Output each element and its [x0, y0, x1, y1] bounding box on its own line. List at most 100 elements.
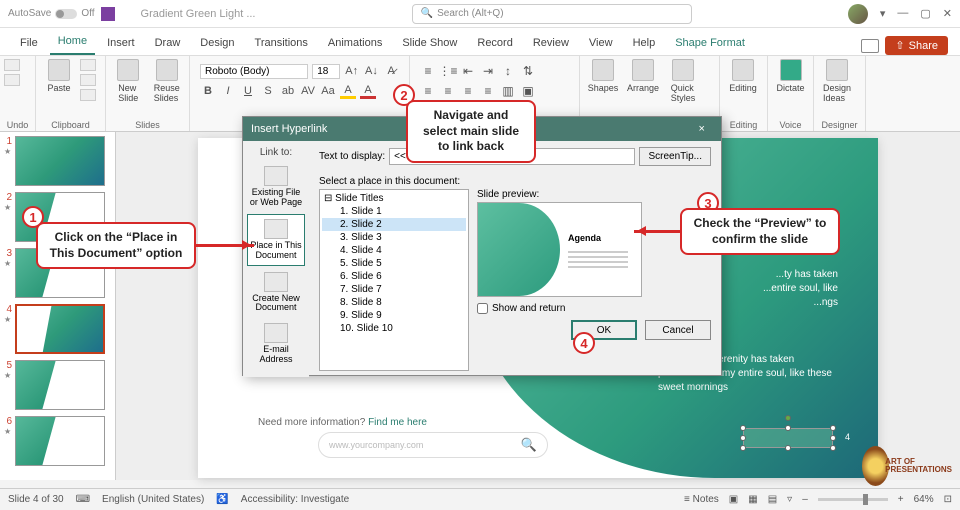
slide-thumbnail-panel[interactable]: 1★ 2★ 3★ 4★ 5★ 6★	[0, 132, 116, 480]
strike-button[interactable]: S	[260, 83, 276, 99]
char-spacing-button[interactable]: AV	[300, 83, 316, 99]
thumbnail-6[interactable]	[15, 416, 105, 466]
thumbnail-4[interactable]	[15, 304, 105, 354]
undo-icon[interactable]	[4, 59, 20, 71]
cancel-button[interactable]: Cancel	[645, 320, 711, 340]
line-spacing-icon[interactable]: ↕	[500, 63, 516, 79]
tree-slide-3[interactable]: 3. Slide 3	[322, 231, 466, 244]
fit-window-icon[interactable]: ⊡	[944, 494, 952, 505]
user-avatar[interactable]	[848, 4, 868, 24]
tree-slide-6[interactable]: 6. Slide 6	[322, 270, 466, 283]
save-icon[interactable]	[101, 7, 115, 21]
tree-slide-4[interactable]: 4. Slide 4	[322, 244, 466, 257]
paste-button[interactable]: Paste	[40, 59, 78, 93]
design-ideas-button[interactable]: Design Ideas	[818, 59, 856, 103]
underline-button[interactable]: U	[240, 83, 256, 99]
menu-home[interactable]: Home	[50, 30, 95, 55]
indent-left-icon[interactable]: ⇤	[460, 63, 476, 79]
document-name[interactable]: Gradient Green Light ...	[141, 8, 256, 20]
menu-help[interactable]: Help	[625, 32, 664, 55]
thumbnail-1[interactable]	[15, 136, 105, 186]
menu-file[interactable]: File	[12, 32, 46, 55]
zoom-value[interactable]: 64%	[914, 494, 934, 505]
menu-transitions[interactable]: Transitions	[247, 32, 316, 55]
tree-root[interactable]: ⊟ Slide Titles	[322, 192, 466, 205]
comments-icon[interactable]	[861, 39, 879, 53]
menu-record[interactable]: Record	[469, 32, 520, 55]
menu-insert[interactable]: Insert	[99, 32, 143, 55]
screentip-button[interactable]: ScreenTip...	[639, 147, 711, 166]
dictate-button[interactable]: Dictate	[772, 59, 809, 93]
language-status[interactable]: English (United States)	[102, 494, 204, 505]
new-slide-button[interactable]: New Slide	[110, 59, 147, 103]
zoom-out-icon[interactable]: –	[802, 494, 808, 505]
redo-icon[interactable]	[4, 74, 20, 86]
tree-slide-5[interactable]: 5. Slide 5	[322, 257, 466, 270]
menu-draw[interactable]: Draw	[147, 32, 189, 55]
slide-tree[interactable]: ⊟ Slide Titles 1. Slide 1 2. Slide 2 3. …	[319, 189, 469, 371]
menu-view[interactable]: View	[581, 32, 621, 55]
close-icon[interactable]: ✕	[943, 7, 952, 20]
menu-shape-format[interactable]: Shape Format	[667, 32, 753, 55]
bullets-icon[interactable]: ≡	[420, 63, 436, 79]
editing-button[interactable]: Editing	[724, 59, 762, 93]
linkto-existing[interactable]: Existing File or Web Page	[247, 162, 305, 212]
font-name-select[interactable]: Roboto (Body)	[200, 64, 308, 79]
find-more-link[interactable]: Find me here	[368, 417, 427, 428]
italic-button[interactable]: I	[220, 83, 236, 99]
quick-styles-button[interactable]: Quick Styles	[664, 59, 702, 103]
cut-icon[interactable]	[80, 59, 96, 71]
columns-icon[interactable]: ▥	[500, 83, 516, 99]
copy-icon[interactable]	[80, 74, 96, 86]
text-direction-icon[interactable]: ⇅	[520, 63, 536, 79]
tree-slide-10[interactable]: 10. Slide 10	[322, 322, 466, 335]
reuse-slides-button[interactable]: Reuse Slides	[149, 59, 186, 103]
tree-slide-1[interactable]: 1. Slide 1	[322, 205, 466, 218]
url-input[interactable]: www.yourcompany.com 🔍	[318, 432, 548, 458]
linkto-email[interactable]: E-mail Address	[247, 319, 305, 369]
shadow-button[interactable]: ab	[280, 83, 296, 99]
dialog-close-icon[interactable]: ×	[691, 123, 713, 135]
align-left-icon[interactable]: ≡	[420, 83, 436, 99]
tree-slide-8[interactable]: 8. Slide 8	[322, 296, 466, 309]
toggle-icon[interactable]	[55, 9, 77, 19]
autosave-toggle[interactable]: AutoSave Off	[8, 8, 95, 19]
smartart-icon[interactable]: ▣	[520, 83, 536, 99]
change-case-button[interactable]: Aa	[320, 83, 336, 99]
maximize-icon[interactable]: ▢	[920, 7, 930, 20]
decrease-font-icon[interactable]: A↓	[364, 63, 380, 79]
format-painter-icon[interactable]	[80, 89, 96, 101]
tree-slide-9[interactable]: 9. Slide 9	[322, 309, 466, 322]
notes-button[interactable]: ≡ Notes	[684, 494, 719, 505]
numbering-icon[interactable]: ⋮≡	[440, 63, 456, 79]
clear-format-icon[interactable]: A̷	[383, 63, 399, 79]
highlight-button[interactable]: A	[340, 83, 356, 99]
justify-icon[interactable]: ≡	[480, 83, 496, 99]
minimize-icon[interactable]: —	[897, 7, 908, 20]
menu-slideshow[interactable]: Slide Show	[394, 32, 465, 55]
tree-slide-2[interactable]: 2. Slide 2	[322, 218, 466, 231]
search-input[interactable]: 🔍 Search (Alt+Q)	[412, 4, 692, 24]
sorter-view-icon[interactable]: ▦	[748, 494, 757, 505]
menu-review[interactable]: Review	[525, 32, 577, 55]
ribbon-options-icon[interactable]: ▾	[880, 7, 886, 20]
normal-view-icon[interactable]: ▣	[729, 494, 738, 505]
arrange-button[interactable]: Arrange	[624, 59, 662, 93]
font-size-select[interactable]: 18	[312, 64, 340, 79]
font-color-button[interactable]: A	[360, 83, 376, 99]
accessibility-status[interactable]: Accessibility: Investigate	[241, 494, 349, 505]
bold-button[interactable]: B	[200, 83, 216, 99]
reading-view-icon[interactable]: ▤	[768, 494, 777, 505]
zoom-in-icon[interactable]: +	[898, 494, 904, 505]
selected-shape[interactable]: 4	[743, 428, 833, 448]
menu-animations[interactable]: Animations	[320, 32, 390, 55]
share-button[interactable]: ⇧ Share	[885, 36, 948, 55]
show-and-return-checkbox[interactable]	[477, 303, 488, 314]
thumbnail-5[interactable]	[15, 360, 105, 410]
menu-design[interactable]: Design	[192, 32, 242, 55]
shapes-button[interactable]: Shapes	[584, 59, 622, 93]
increase-font-icon[interactable]: A↑	[344, 63, 360, 79]
align-right-icon[interactable]: ≡	[460, 83, 476, 99]
zoom-slider[interactable]	[818, 498, 888, 501]
align-center-icon[interactable]: ≡	[440, 83, 456, 99]
